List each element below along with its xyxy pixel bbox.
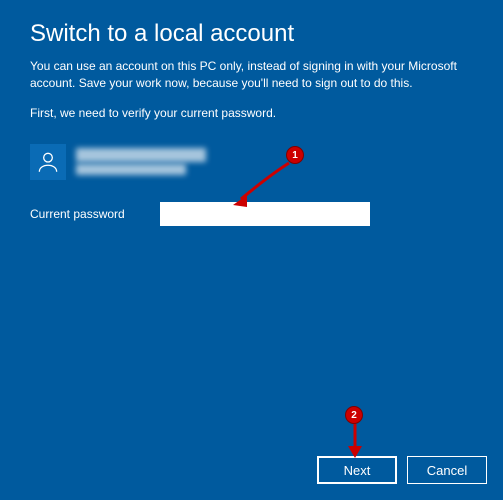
user-info	[30, 144, 473, 180]
current-password-input[interactable]	[160, 202, 370, 226]
password-label: Current password	[30, 207, 140, 221]
user-avatar-icon	[30, 144, 66, 180]
user-email	[76, 164, 186, 175]
user-display-name	[76, 148, 206, 162]
annotation-badge-2: 2	[345, 406, 363, 424]
verify-instruction: First, we need to verify your current pa…	[30, 106, 473, 120]
next-button[interactable]: Next	[317, 456, 397, 484]
description-text: You can use an account on this PC only, …	[30, 58, 473, 92]
annotation-badge-1: 1	[286, 146, 304, 164]
cancel-button[interactable]: Cancel	[407, 456, 487, 484]
page-title: Switch to a local account	[30, 20, 473, 48]
